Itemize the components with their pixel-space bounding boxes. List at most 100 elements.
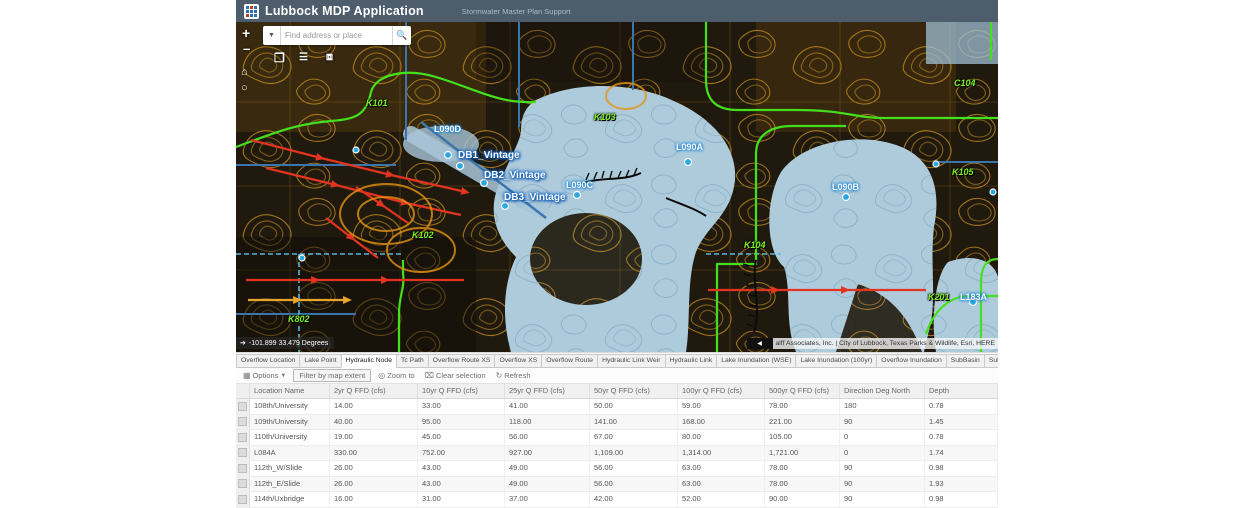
table-cell: 90 bbox=[840, 477, 925, 492]
table-cell: 90 bbox=[840, 415, 925, 430]
table-cell: 0.98 bbox=[925, 461, 998, 476]
table-cell: 90.00 bbox=[765, 492, 840, 507]
tab-subarea[interactable]: SubArea bbox=[984, 354, 998, 368]
table-cell: 221.00 bbox=[765, 415, 840, 430]
row-selector-box[interactable] bbox=[238, 417, 247, 426]
zoom-out-button[interactable]: – bbox=[243, 42, 250, 55]
column-header-100yr-q-ffd-cfs[interactable]: 100yr Q FFD (cfs) bbox=[678, 384, 765, 398]
column-header-50yr-q-ffd-cfs[interactable]: 50yr Q FFD (cfs) bbox=[590, 384, 678, 398]
layers-icon[interactable]: ❐ bbox=[274, 52, 285, 64]
table-cell: 1,314.00 bbox=[678, 446, 765, 461]
row-selector-box[interactable] bbox=[238, 448, 247, 457]
tab-lake-point[interactable]: Lake Point bbox=[299, 354, 340, 368]
zoom-to-label: Zoom to bbox=[387, 371, 415, 380]
search-widget: ▼ 🔍 bbox=[263, 26, 411, 45]
coordinates-text: -101.899 33.479 Degrees bbox=[249, 340, 328, 347]
table-row[interactable]: 112th_W/Slide26.0043.0049.0056.0063.0078… bbox=[236, 461, 998, 477]
tab-lake-inundation-wse[interactable]: Lake Inundation (WSE) bbox=[716, 354, 795, 368]
table-cell: 45.00 bbox=[418, 430, 505, 445]
table-cell: 108th/University bbox=[250, 399, 330, 414]
column-header-500yr-q-ffd-cfs[interactable]: 500yr Q FFD (cfs) bbox=[765, 384, 840, 398]
basemap-gallery-icon[interactable]: ⧈ bbox=[326, 52, 333, 63]
map-canvas bbox=[236, 22, 998, 352]
app-window: Lubbock MDP Application Stormwater Maste… bbox=[236, 0, 998, 500]
map-view[interactable]: K101K103C104K105K102K104K201K802L090DL09… bbox=[236, 22, 998, 352]
row-selector[interactable] bbox=[236, 415, 250, 430]
locate-button[interactable]: ○ bbox=[241, 83, 248, 94]
table-cell: 40.00 bbox=[330, 415, 418, 430]
table-cell: 56.00 bbox=[590, 477, 678, 492]
row-selector-box[interactable] bbox=[238, 402, 247, 411]
column-header-25yr-q-ffd-cfs[interactable]: 25yr Q FFD (cfs) bbox=[505, 384, 590, 398]
row-selector-box[interactable] bbox=[238, 479, 247, 488]
clear-selection-icon: ⌧ bbox=[425, 371, 434, 380]
table-cell: 0.78 bbox=[925, 430, 998, 445]
table-cell: 31.00 bbox=[418, 492, 505, 507]
row-selector[interactable] bbox=[236, 461, 250, 476]
zoom-in-button[interactable]: + bbox=[242, 26, 250, 40]
table-row[interactable]: 112th_E/Slide26.0043.0049.0056.0063.0078… bbox=[236, 477, 998, 493]
tab-hydraulic-node[interactable]: Hydraulic Node bbox=[341, 354, 396, 368]
table-cell: 1.45 bbox=[925, 415, 998, 430]
row-selector[interactable] bbox=[236, 399, 250, 414]
table-cell: 90 bbox=[840, 461, 925, 476]
tab-hydraulic-link[interactable]: Hydraulic Link bbox=[665, 354, 717, 368]
table-cell: 95.00 bbox=[418, 415, 505, 430]
tab-overflow-route[interactable]: Overflow Route bbox=[541, 354, 597, 368]
row-selector-box[interactable] bbox=[238, 495, 247, 504]
table-header-row: Location Name2yr Q FFD (cfs)10yr Q FFD (… bbox=[236, 384, 998, 399]
row-selector-header bbox=[236, 384, 250, 398]
table-cell: 33.00 bbox=[418, 399, 505, 414]
column-header-2yr-q-ffd-cfs[interactable]: 2yr Q FFD (cfs) bbox=[330, 384, 418, 398]
tab-subbasin[interactable]: SubBasin bbox=[946, 354, 984, 368]
tab-tc-path[interactable]: Tc Path bbox=[396, 354, 428, 368]
table-row[interactable]: 108th/University14.0033.0041.0050.0059.0… bbox=[236, 399, 998, 415]
zoom-to-button[interactable]: ◎ Zoom to bbox=[375, 370, 418, 381]
crosshair-icon: ➔ bbox=[240, 339, 246, 347]
table-cell: L084A bbox=[250, 446, 330, 461]
table-cell: 109th/University bbox=[250, 415, 330, 430]
tab-overflow-inundation[interactable]: Overflow Inundation bbox=[876, 354, 945, 368]
page-title: Lubbock MDP Application bbox=[265, 4, 424, 18]
table-cell: 49.00 bbox=[505, 461, 590, 476]
tab-overflow-xs[interactable]: Overflow XS bbox=[494, 354, 541, 368]
search-input[interactable] bbox=[281, 26, 392, 45]
column-header-10yr-q-ffd-cfs[interactable]: 10yr Q FFD (cfs) bbox=[418, 384, 505, 398]
column-header-depth[interactable]: Depth bbox=[925, 384, 998, 398]
table-cell: 78.00 bbox=[765, 399, 840, 414]
legend-icon[interactable]: ☰ bbox=[299, 53, 308, 63]
search-source-dropdown[interactable]: ▼ bbox=[263, 26, 281, 45]
filter-by-extent-button[interactable]: Filter by map extent bbox=[293, 369, 371, 382]
home-button[interactable]: ⌂ bbox=[241, 67, 248, 78]
table-cell: 59.00 bbox=[678, 399, 765, 414]
row-selector[interactable] bbox=[236, 430, 250, 445]
table-row[interactable]: L084A330.00752.00927.001,109.001,314.001… bbox=[236, 446, 998, 462]
clear-selection-button[interactable]: ⌧ Clear selection bbox=[422, 370, 489, 381]
row-selector[interactable] bbox=[236, 477, 250, 492]
row-selector-box[interactable] bbox=[238, 464, 247, 473]
tab-overflow-location[interactable]: Overflow Location bbox=[236, 354, 299, 368]
table-cell: 1.74 bbox=[925, 446, 998, 461]
tab-hydraulic-link-weir[interactable]: Hydraulic Link Weir bbox=[597, 354, 664, 368]
table-cell: 56.00 bbox=[590, 461, 678, 476]
row-selector-box[interactable] bbox=[238, 433, 247, 442]
attribution-toggle-icon[interactable]: ◀ bbox=[747, 338, 773, 349]
table-row[interactable]: 109th/University40.0095.00118.00141.0016… bbox=[236, 415, 998, 431]
refresh-button[interactable]: ↻ Refresh bbox=[493, 370, 534, 381]
column-header-location-name[interactable]: Location Name bbox=[250, 384, 330, 398]
refresh-label: Refresh bbox=[504, 371, 530, 380]
tab-lake-inundation-100yr[interactable]: Lake Inundation (100yr) bbox=[795, 354, 876, 368]
table-row[interactable]: 110th/University19.0045.0056.0067.0080.0… bbox=[236, 430, 998, 446]
table-cell: 26.00 bbox=[330, 477, 418, 492]
search-icon[interactable]: 🔍 bbox=[392, 26, 411, 45]
column-header-direction-deg-north[interactable]: Direction Deg North bbox=[840, 384, 925, 398]
tab-overflow-route-xs[interactable]: Overflow Route XS bbox=[428, 354, 495, 368]
row-selector[interactable] bbox=[236, 446, 250, 461]
coordinates-readout: ➔ -101.899 33.479 Degrees bbox=[236, 337, 334, 349]
grid-icon: ▦ bbox=[243, 371, 251, 380]
options-button[interactable]: ▦ Options ▼ bbox=[240, 370, 289, 381]
table-cell: 26.00 bbox=[330, 461, 418, 476]
row-selector[interactable] bbox=[236, 492, 250, 507]
table-cell: 112th_E/Slide bbox=[250, 477, 330, 492]
table-cell: 16.00 bbox=[330, 492, 418, 507]
